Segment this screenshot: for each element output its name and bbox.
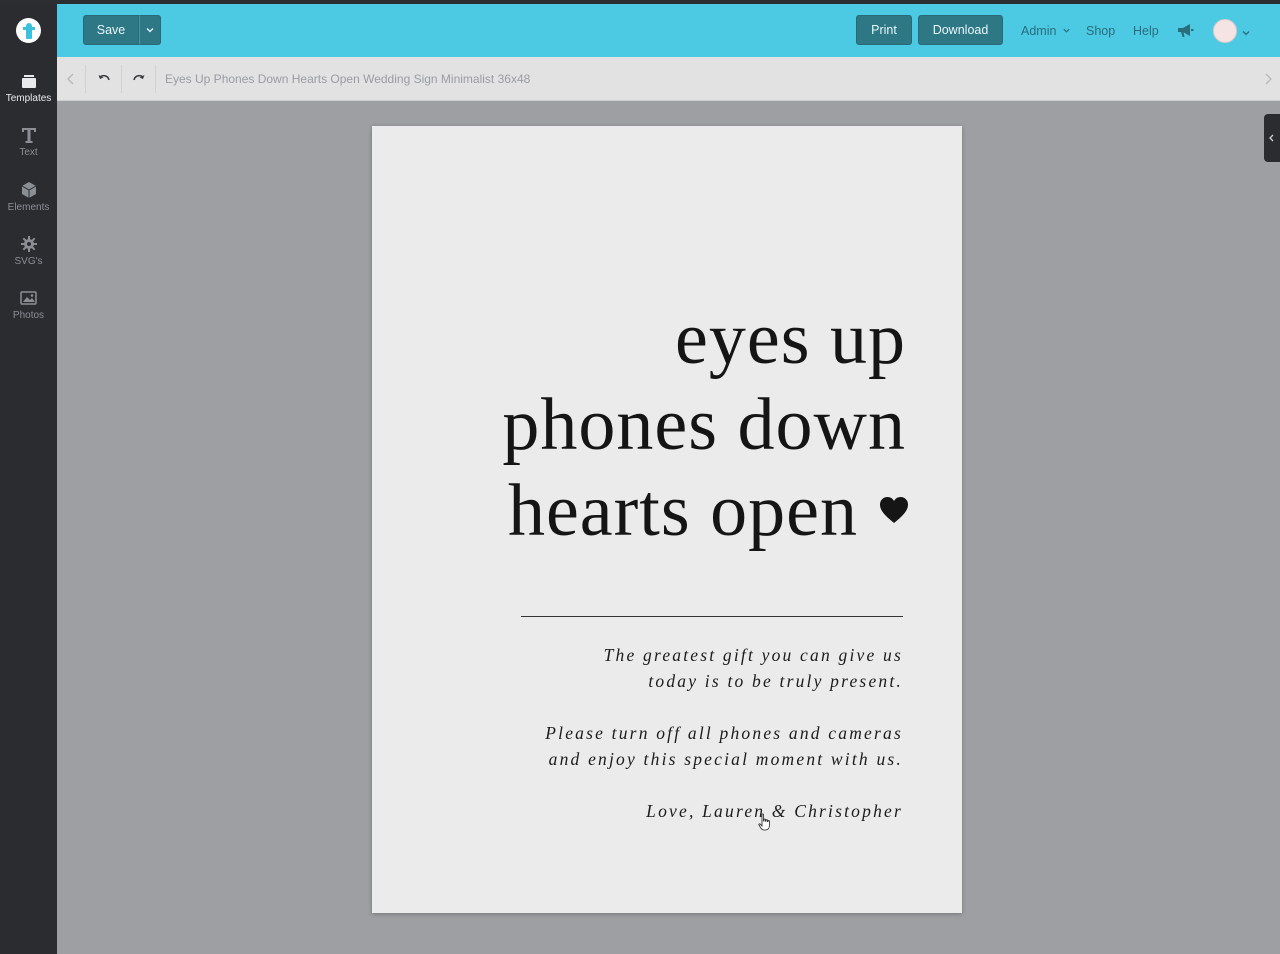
print-button[interactable]: Print [856,15,912,45]
redo-icon[interactable] [131,71,147,87]
sidebar-item-templates[interactable]: Templates [0,72,57,105]
toolbar-divider [121,65,122,93]
save-options-button[interactable] [139,15,161,45]
logo-mark-icon [22,22,35,39]
help-link[interactable]: Help [1133,24,1159,38]
shop-link[interactable]: Shop [1086,24,1115,38]
sidebar-item-label: Templates [5,93,52,104]
templates-icon [20,72,38,90]
text-icon [20,126,38,144]
sidebar-item-label: SVG's [14,256,43,267]
admin-menu[interactable]: Admin [1021,24,1071,38]
toolbar-divider [155,65,156,93]
message-block-2[interactable]: Please turn off all phones and cameras a… [545,720,903,772]
message-block-1[interactable]: The greatest gift you can give us today … [604,642,903,694]
message-line: today is to be truly present. [648,671,903,691]
chevron-down-icon [1063,28,1070,33]
sidebar-item-photos[interactable]: Photos [0,289,57,322]
document-title: Eyes Up Phones Down Hearts Open Wedding … [165,72,531,86]
headline-line: hearts open [507,470,858,552]
chevron-left-icon[interactable] [63,71,79,87]
chevron-down-icon [146,28,154,33]
photos-icon [19,289,38,307]
elements-icon [20,181,38,199]
sidebar-item-text[interactable]: Text [0,126,57,159]
megaphone-icon[interactable] [1175,20,1195,40]
chevron-left-icon [1269,134,1274,142]
app-logo[interactable] [16,18,41,43]
message-line: Please turn off all phones and cameras [545,723,903,743]
left-sidebar: Templates Text Elements SVG's Photos [0,4,57,954]
sidebar-item-label: Text [19,147,38,158]
editor-toolbar: Eyes Up Phones Down Hearts Open Wedding … [57,57,1280,101]
download-button[interactable]: Download [918,15,1003,45]
save-button[interactable]: Save [83,15,139,45]
pointer-cursor-icon [758,813,772,831]
headline-line: eyes up [675,298,906,380]
chevron-right-icon[interactable] [1260,71,1276,87]
message-line: and enjoy this special moment with us. [548,749,903,769]
gear-icon [20,235,38,253]
right-panel-toggle[interactable] [1264,114,1280,162]
heart-icon[interactable] [879,496,909,524]
design-page[interactable]: eyes up phones down hearts open The grea… [372,126,962,913]
toolbar-divider [85,65,86,93]
message-line: The greatest gift you can give us [603,645,903,665]
headline-line: phones down [502,384,906,466]
sidebar-item-label: Elements [7,202,50,213]
undo-icon[interactable] [96,71,112,87]
chevron-down-icon[interactable] [1241,25,1251,36]
signature-text[interactable]: Love, Lauren & Christopher [646,798,903,824]
sidebar-item-label: Photos [12,310,45,321]
sidebar-item-svgs[interactable]: SVG's [0,235,57,268]
sidebar-item-elements[interactable]: Elements [0,181,57,214]
divider-line[interactable] [521,616,903,617]
top-bar: Save Print Download Admin Shop Help [57,4,1280,57]
sign-headline[interactable]: eyes up phones down hearts open [502,296,906,554]
admin-label: Admin [1021,24,1057,38]
avatar[interactable] [1213,19,1237,43]
